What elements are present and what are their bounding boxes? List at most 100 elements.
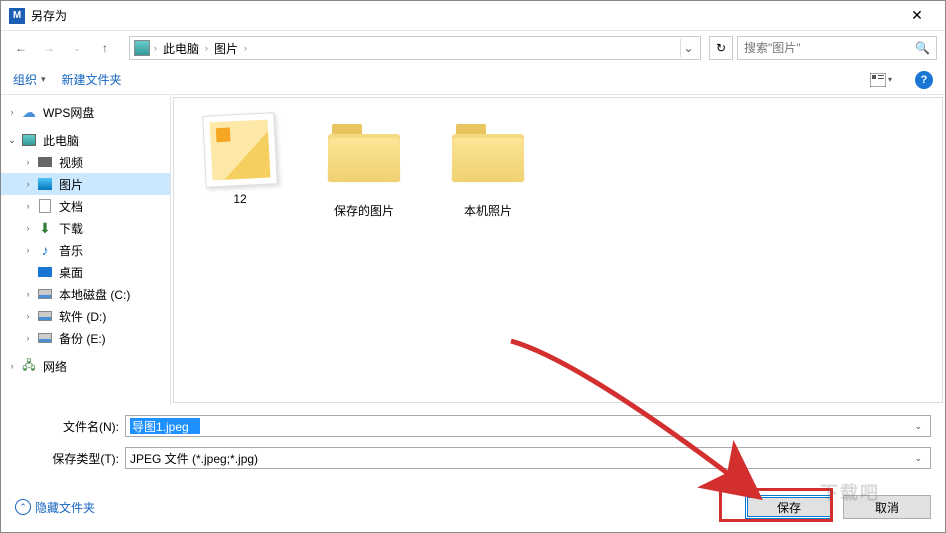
tree-item-label: 网络 bbox=[43, 358, 67, 375]
file-item[interactable]: 保存的图片 bbox=[314, 114, 414, 219]
new-folder-button[interactable]: 新建文件夹 bbox=[62, 71, 122, 88]
address-bar[interactable]: › 此电脑 › 图片 › ⌄ bbox=[129, 36, 701, 60]
new-folder-label: 新建文件夹 bbox=[62, 71, 122, 88]
desk-icon bbox=[37, 264, 53, 280]
expand-icon[interactable]: › bbox=[21, 309, 35, 323]
breadcrumb-pictures[interactable]: 图片 bbox=[212, 40, 240, 57]
expand-icon[interactable]: › bbox=[21, 243, 35, 257]
footer: ⌃ 隐藏文件夹 保存 取消 bbox=[1, 485, 945, 533]
tree-item-桌面[interactable]: 桌面 bbox=[1, 261, 170, 283]
tree-item-本地磁盘 (C:)[interactable]: ›本地磁盘 (C:) bbox=[1, 283, 170, 305]
file-item[interactable]: 本机照片 bbox=[438, 114, 538, 219]
file-name: 保存的图片 bbox=[314, 202, 414, 219]
cancel-button[interactable]: 取消 bbox=[843, 495, 931, 519]
tree-item-图片[interactable]: › 图片 bbox=[1, 173, 170, 195]
chevron-right-icon: › bbox=[205, 43, 208, 53]
chevron-right-icon: › bbox=[244, 43, 247, 53]
address-dropdown[interactable]: ⌄ bbox=[680, 39, 696, 57]
expand-icon[interactable]: › bbox=[21, 331, 35, 345]
filename-label: 文件名(N): bbox=[15, 418, 125, 435]
filename-field[interactable]: ⌄ bbox=[125, 415, 931, 437]
window-title: 另存为 bbox=[31, 7, 897, 24]
save-button[interactable]: 保存 bbox=[745, 495, 833, 519]
filetype-dropdown[interactable]: ⌄ bbox=[910, 453, 926, 464]
app-icon: M bbox=[9, 8, 25, 24]
close-button[interactable]: ✕ bbox=[897, 2, 937, 30]
help-button[interactable]: ? bbox=[915, 71, 933, 89]
title-bar: M 另存为 ✕ bbox=[1, 1, 945, 31]
file-name: 本机照片 bbox=[438, 202, 538, 219]
pc-icon bbox=[21, 132, 37, 148]
expand-icon[interactable] bbox=[21, 265, 35, 279]
tree-item-文档[interactable]: › 文档 bbox=[1, 195, 170, 217]
expand-icon[interactable]: › bbox=[21, 155, 35, 169]
organize-button[interactable]: 组织 ▾ bbox=[13, 71, 46, 88]
back-button[interactable]: ← bbox=[9, 36, 33, 60]
view-button[interactable]: ▾ bbox=[869, 68, 893, 92]
tree-item-label: 文档 bbox=[59, 198, 83, 215]
recent-dropdown[interactable]: ⌄ bbox=[65, 36, 89, 60]
up-button[interactable]: ↑ bbox=[93, 36, 117, 60]
tree-item-此电脑[interactable]: ⌄ 此电脑 bbox=[1, 129, 170, 151]
search-box[interactable]: 🔍 bbox=[737, 36, 937, 60]
down-icon: ⬇ bbox=[37, 220, 53, 236]
search-icon: 🔍 bbox=[915, 41, 930, 55]
refresh-button[interactable]: ↻ bbox=[709, 36, 733, 60]
expand-icon[interactable]: › bbox=[5, 105, 19, 119]
file-name: 12 bbox=[190, 192, 290, 206]
file-list[interactable]: 12 保存的图片 本机照片 bbox=[173, 97, 943, 403]
doc-icon bbox=[37, 198, 53, 214]
cloud-icon: ☁ bbox=[21, 104, 37, 120]
toolbar: 组织 ▾ 新建文件夹 ▾ ? bbox=[1, 65, 945, 95]
chevron-down-icon: ▾ bbox=[41, 74, 46, 85]
breadcrumb-this-pc[interactable]: 此电脑 bbox=[161, 40, 201, 57]
net-icon: 🖧 bbox=[21, 358, 37, 374]
tree-item-下载[interactable]: ›⬇ 下载 bbox=[1, 217, 170, 239]
pc-icon bbox=[134, 40, 150, 56]
tree-item-label: 视频 bbox=[59, 154, 83, 171]
music-icon: ♪ bbox=[37, 242, 53, 258]
sidebar: ›☁WPS网盘⌄此电脑›视频›图片›文档›⬇下载›♪音乐桌面›本地磁盘 (C:)… bbox=[1, 95, 171, 405]
filename-input[interactable] bbox=[130, 418, 200, 434]
expand-icon[interactable]: › bbox=[21, 287, 35, 301]
tree-item-label: 下载 bbox=[59, 220, 83, 237]
filename-dropdown[interactable]: ⌄ bbox=[910, 421, 926, 432]
forward-button[interactable]: → bbox=[37, 36, 61, 60]
tree-item-label: 图片 bbox=[59, 176, 83, 193]
disk-icon bbox=[37, 330, 53, 346]
tree-item-label: 音乐 bbox=[59, 242, 83, 259]
tree-item-网络[interactable]: ›🖧 网络 bbox=[1, 355, 170, 377]
nav-bar: ← → ⌄ ↑ › 此电脑 › 图片 › ⌄ ↻ 🔍 bbox=[1, 31, 945, 65]
filetype-value: JPEG 文件 (*.jpeg;*.jpg) bbox=[130, 450, 258, 467]
disk-icon bbox=[37, 308, 53, 324]
expand-icon[interactable]: ⌄ bbox=[5, 133, 19, 147]
hide-folders-label: 隐藏文件夹 bbox=[35, 499, 95, 516]
expand-icon[interactable]: › bbox=[21, 221, 35, 235]
video-icon bbox=[37, 154, 53, 170]
tree-item-label: 此电脑 bbox=[43, 132, 79, 149]
disk-icon bbox=[37, 286, 53, 302]
filetype-field[interactable]: JPEG 文件 (*.jpeg;*.jpg) ⌄ bbox=[125, 447, 931, 469]
tree-item-label: 软件 (D:) bbox=[59, 308, 106, 325]
hide-folders-button[interactable]: ⌃ 隐藏文件夹 bbox=[15, 499, 95, 516]
filetype-label: 保存类型(T): bbox=[15, 450, 125, 467]
cancel-label: 取消 bbox=[875, 499, 899, 516]
search-input[interactable] bbox=[744, 41, 915, 55]
tree-item-WPS网盘[interactable]: ›☁ WPS网盘 bbox=[1, 101, 170, 123]
chevron-right-icon: › bbox=[154, 43, 157, 53]
expand-icon[interactable]: › bbox=[5, 359, 19, 373]
tree-item-音乐[interactable]: ›♪ 音乐 bbox=[1, 239, 170, 261]
save-label: 保存 bbox=[777, 499, 801, 516]
tree-item-label: WPS网盘 bbox=[43, 104, 94, 121]
file-item[interactable]: 12 bbox=[190, 114, 290, 206]
tree-item-视频[interactable]: › 视频 bbox=[1, 151, 170, 173]
tree-item-label: 桌面 bbox=[59, 264, 83, 281]
save-fields: 文件名(N): ⌄ 保存类型(T): JPEG 文件 (*.jpeg;*.jpg… bbox=[1, 405, 945, 485]
tree-item-label: 备份 (E:) bbox=[59, 330, 106, 347]
expand-icon[interactable]: › bbox=[21, 177, 35, 191]
expand-icon[interactable]: › bbox=[21, 199, 35, 213]
organize-label: 组织 bbox=[13, 71, 37, 88]
tree-item-软件 (D:)[interactable]: › 软件 (D:) bbox=[1, 305, 170, 327]
tree-item-备份 (E:)[interactable]: › 备份 (E:) bbox=[1, 327, 170, 349]
pic-icon bbox=[37, 176, 53, 192]
